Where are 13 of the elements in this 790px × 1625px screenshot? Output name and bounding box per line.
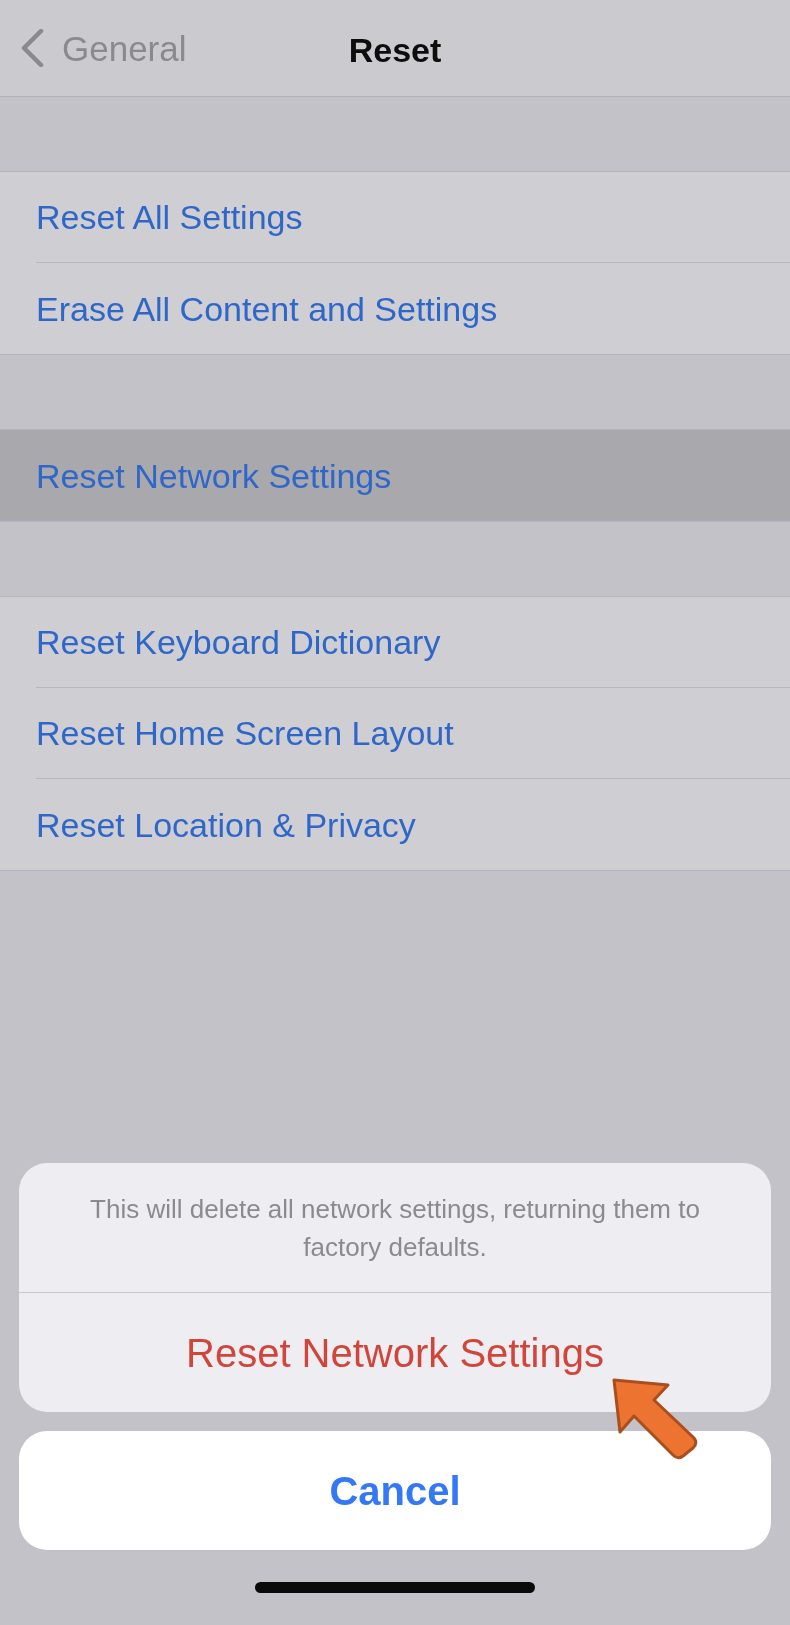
alert-message: This will delete all network settings, returning them to factory defaults. bbox=[19, 1163, 771, 1293]
settings-row[interactable]: Reset Location & Privacy bbox=[0, 779, 790, 870]
settings-row[interactable]: Reset Keyboard Dictionary bbox=[0, 597, 790, 688]
action-button[interactable]: Reset Network Settings bbox=[19, 1293, 771, 1412]
settings-row[interactable]: Reset Home Screen Layout bbox=[0, 688, 790, 779]
settings-row[interactable]: Reset Network Settings bbox=[0, 430, 790, 521]
cancel-button[interactable]: Cancel bbox=[19, 1431, 771, 1550]
settings-row[interactable]: Erase All Content and Settings bbox=[0, 263, 790, 354]
nav-title: Reset bbox=[348, 33, 442, 67]
settings-row[interactable]: Reset All Settings bbox=[0, 172, 790, 263]
chevron-left-icon bbox=[20, 29, 44, 67]
pointing-arrow-icon bbox=[610, 1376, 700, 1462]
back-button[interactable]: General bbox=[20, 29, 187, 67]
